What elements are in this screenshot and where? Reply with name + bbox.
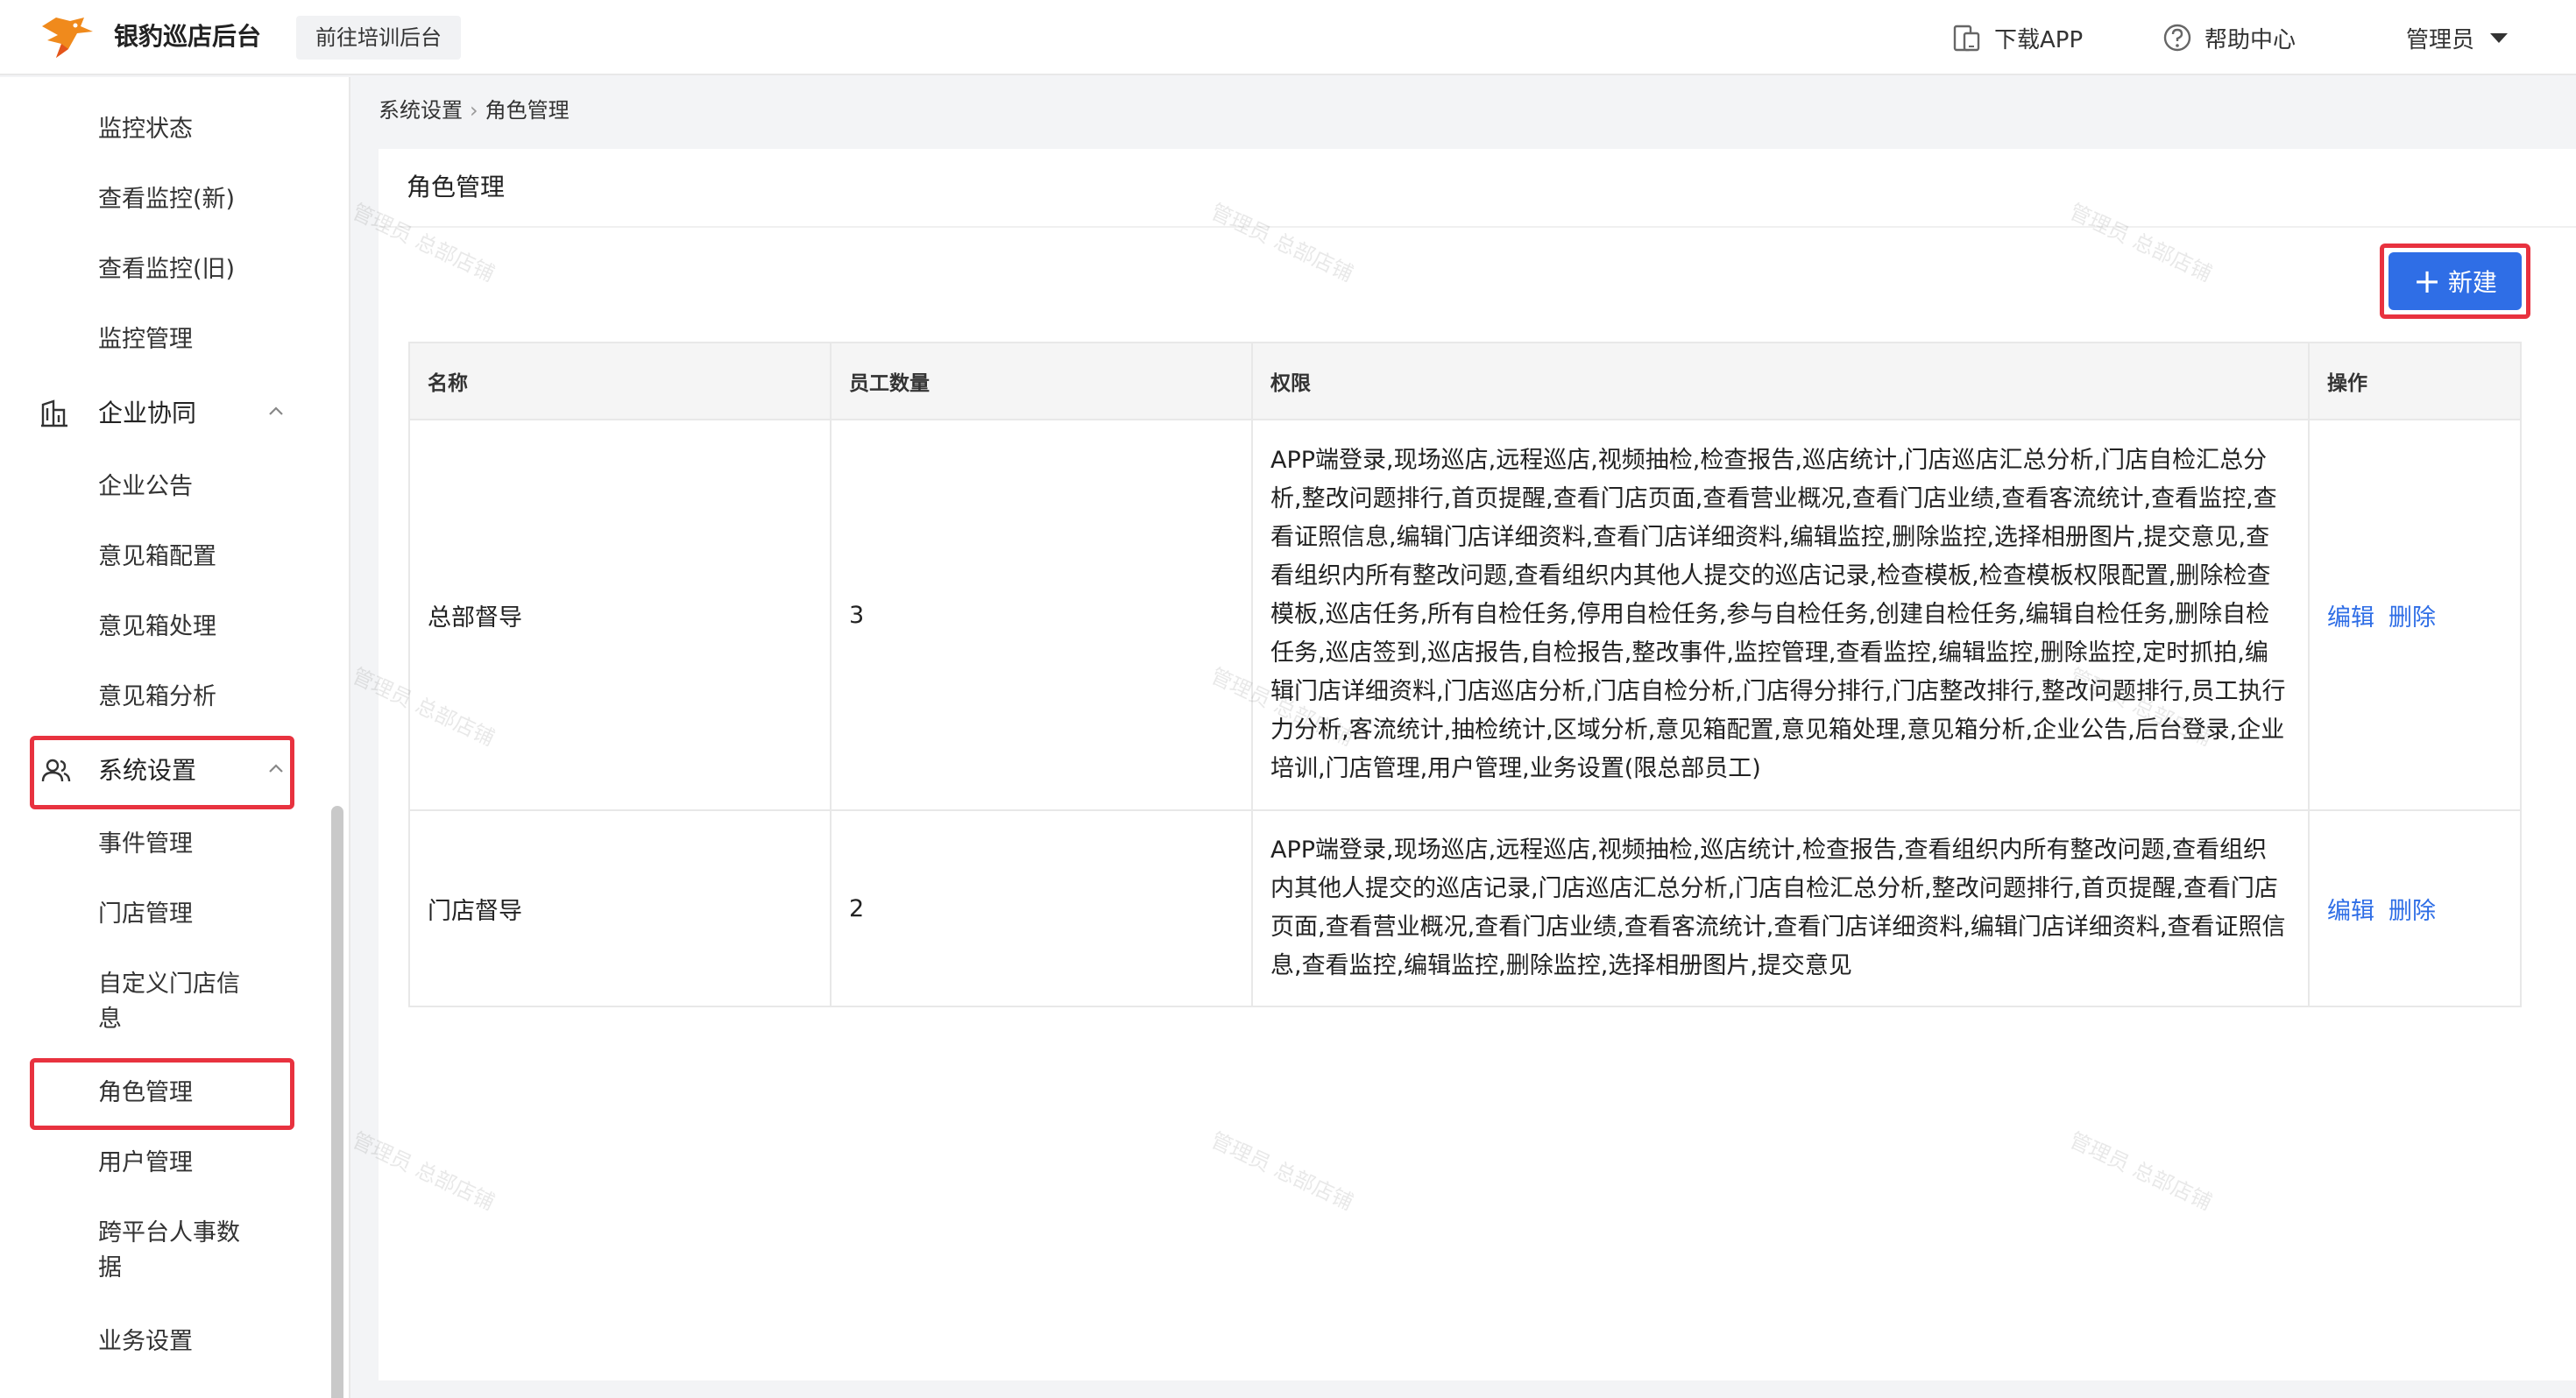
page-title: 角色管理 — [407, 173, 506, 201]
role-count-cell: 2 — [830, 809, 1253, 1007]
sidebar: 监控状态 查看监控(新) 查看监控(旧) 监控管理 企业协同 企业公告 意见箱配… — [0, 77, 350, 1398]
role-count-cell: 3 — [830, 419, 1253, 811]
column-header-count: 员工数量 — [830, 342, 1253, 420]
sidebar-item-cross-platform-hr-line1: 跨平台人事数 — [98, 1219, 240, 1246]
role-name-cell: 总部督导 — [408, 419, 832, 811]
role-name-cell: 门店督导 — [408, 809, 832, 1007]
top-header: 银豹巡店后台 前往培训后台 下载APP 帮助中心 管理员 — [0, 0, 2576, 75]
building-icon — [41, 399, 67, 427]
highlight-outline-role-manage — [30, 1058, 294, 1130]
user-menu-label: 管理员 — [2406, 26, 2475, 53]
highlight-outline-system-settings — [30, 736, 294, 809]
sidebar-item-announcements[interactable]: 企业公告 — [98, 470, 193, 505]
breadcrumb-separator: › — [470, 98, 478, 123]
sidebar-item-view-monitor-old[interactable]: 查看监控(旧) — [98, 252, 235, 287]
chevron-up-icon — [269, 406, 283, 415]
sidebar-item-feedback-analysis[interactable]: 意见箱分析 — [98, 680, 216, 715]
role-actions-cell: 编辑 删除 — [2308, 809, 2522, 1007]
sidebar-item-user-manage[interactable]: 用户管理 — [98, 1146, 193, 1181]
table-row: 门店督导 2 APP端登录,现场巡店,远程巡店,视频抽检,巡店统计,检查报告,查… — [408, 809, 2522, 1007]
training-backend-button[interactable]: 前往培训后台 — [296, 16, 461, 60]
new-role-button-label: 新建 — [2447, 268, 2497, 297]
breadcrumb-parent[interactable]: 系统设置 — [379, 98, 463, 123]
breadcrumb-current: 角色管理 — [485, 98, 570, 123]
sidebar-item-cross-platform-hr-line2: 据 — [98, 1254, 122, 1282]
plus-icon: + — [2413, 262, 2441, 300]
table-header-row: 名称 员工数量 权限 操作 — [408, 342, 2522, 420]
sidebar-item-feedback-config[interactable]: 意见箱配置 — [98, 540, 216, 575]
title-divider — [379, 226, 2576, 228]
column-header-permissions: 权限 — [1251, 342, 2310, 420]
user-menu-dropdown[interactable]: 管理员 — [2406, 19, 2509, 56]
brand-name: 银豹巡店后台 — [114, 22, 262, 51]
question-circle-icon — [2163, 24, 2191, 52]
edit-role-link[interactable]: 编辑 — [2327, 604, 2374, 632]
column-header-actions: 操作 — [2308, 342, 2522, 420]
leopard-logo-icon[interactable] — [39, 14, 96, 61]
column-header-name: 名称 — [408, 342, 832, 420]
mobile-phone-icon — [1953, 25, 1980, 52]
edit-role-link[interactable]: 编辑 — [2327, 898, 2374, 925]
download-app-link[interactable]: 下载APP — [1952, 19, 2083, 56]
breadcrumb: 系统设置 › 角色管理 — [379, 93, 570, 128]
sidebar-item-monitor-manage[interactable]: 监控管理 — [98, 322, 193, 357]
role-permissions-cell: APP端登录,现场巡店,远程巡店,视频抽检,检查报告,巡店统计,门店巡店汇总分析… — [1251, 419, 2310, 811]
roles-table: 名称 员工数量 权限 操作 总部督导 3 APP端登录,现场巡店,远程巡店,视频… — [408, 342, 2522, 1007]
new-role-button[interactable]: + 新建 — [2388, 252, 2522, 310]
download-app-label: 下载APP — [1994, 26, 2084, 53]
help-center-label: 帮助中心 — [2204, 26, 2296, 53]
sidebar-item-event-manage[interactable]: 事件管理 — [98, 827, 193, 862]
help-center-link[interactable]: 帮助中心 — [2162, 19, 2296, 56]
delete-role-link[interactable]: 删除 — [2388, 898, 2436, 925]
table-row: 总部督导 3 APP端登录,现场巡店,远程巡店,视频抽检,检查报告,巡店统计,门… — [408, 419, 2522, 811]
role-permissions-cell: APP端登录,现场巡店,远程巡店,视频抽检,巡店统计,检查报告,查看组织内所有整… — [1251, 809, 2310, 1007]
sidebar-item-view-monitor-new[interactable]: 查看监控(新) — [98, 182, 235, 217]
sidebar-item-business-settings[interactable]: 业务设置 — [98, 1324, 193, 1359]
sidebar-item-cross-platform-hr[interactable]: 跨平台人事数 据 — [98, 1216, 240, 1286]
sidebar-item-store-manage[interactable]: 门店管理 — [98, 897, 193, 932]
sidebar-group-enterprise[interactable]: 企业协同 — [0, 387, 298, 440]
sidebar-scrollbar[interactable] — [331, 806, 343, 1398]
caret-down-icon — [2490, 32, 2509, 43]
role-actions-cell: 编辑 删除 — [2308, 419, 2522, 811]
sidebar-item-custom-store-info-line1: 自定义门店信 — [98, 971, 240, 998]
sidebar-item-feedback-handle[interactable]: 意见箱处理 — [98, 610, 216, 645]
delete-role-link[interactable]: 删除 — [2388, 604, 2436, 632]
main-panel: 角色管理 + 新建 名称 员工数量 权限 操作 总部督导 3 APP端登录,现场… — [379, 149, 2576, 1380]
sidebar-item-custom-store-info[interactable]: 自定义门店信 息 — [98, 967, 240, 1037]
sidebar-group-enterprise-label: 企业协同 — [98, 399, 197, 427]
sidebar-item-monitor-status[interactable]: 监控状态 — [98, 112, 193, 147]
sidebar-item-custom-store-info-line2: 息 — [98, 1006, 122, 1033]
